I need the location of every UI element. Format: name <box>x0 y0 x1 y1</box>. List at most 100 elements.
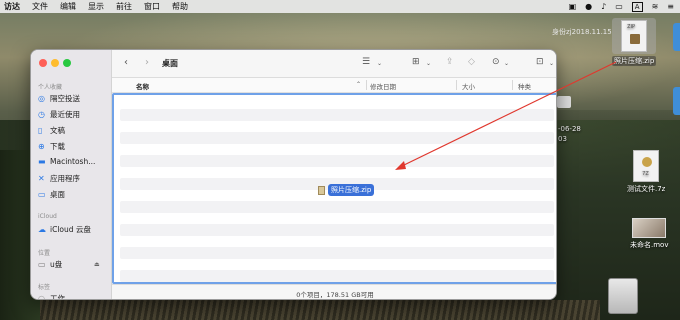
drive-icon: ▭ <box>38 260 46 269</box>
list-row-stripe <box>120 132 554 144</box>
desktop-zip-selection: ZIP <box>612 18 657 54</box>
chevron-down-icon[interactable]: ⌄ <box>426 60 431 67</box>
column-date[interactable]: 修改日期 <box>370 81 396 91</box>
sidebar: 个人收藏 ◎ 隔空投送 ◷ 最近使用 ▯ 文稿 ⊕ 下载 ▬ Macintosh... ✕… <box>31 50 112 300</box>
sidebar-item-desktop[interactable]: ▭ 桌面 <box>38 189 65 200</box>
controlcenter-icon[interactable]: ≡ <box>667 2 674 11</box>
sidebar-item-icloud-drive[interactable]: ☁ iCloud 云盘 <box>38 224 91 235</box>
desktop-icon: ▭ <box>38 190 46 199</box>
7z-archive-icon: 7Z <box>633 150 660 182</box>
status-bar: 0个项目，178.51 GB可用 <box>112 284 556 299</box>
list-row-stripe <box>120 247 554 259</box>
hard-drive-icon: ▬ <box>38 157 46 166</box>
column-kind[interactable]: 种类 <box>518 81 531 91</box>
column-header: 名称 ⌃ 修改日期 大小 种类 <box>112 78 556 93</box>
external-disk-icon[interactable] <box>608 278 638 314</box>
chevron-down-icon[interactable]: ⌄ <box>377 60 382 67</box>
close-button[interactable] <box>39 59 47 67</box>
window-title: 桌面 <box>162 59 178 68</box>
action-more-icon[interactable]: ⊙ <box>492 57 500 67</box>
toolbar: ‹ › 桌面 ☰ ⌄ ⊞ ⌄ ⇪ ◇ ⊙ ⌄ ⊡ ⌄ ⌕ <box>112 50 556 78</box>
zipper-icon <box>630 34 641 44</box>
list-row-stripe <box>120 224 554 236</box>
tag-icon[interactable]: ◇ <box>468 57 475 67</box>
list-row-stripe <box>120 109 554 121</box>
download-icon: ⊕ <box>38 142 45 151</box>
sidebar-section-locations: 位置 <box>38 250 51 257</box>
airdrop-toolbar-icon[interactable]: ⊡ <box>536 57 544 67</box>
watermark-text: 身份zj2018.11.15 <box>552 28 612 36</box>
bell-icon[interactable]: ♪ <box>601 2 606 11</box>
sidebar-item-airdrop[interactable]: ◎ 隔空投送 <box>38 93 80 104</box>
cloud-icon: ☁ <box>38 225 46 234</box>
eject-icon[interactable]: ⏏ <box>94 261 100 268</box>
sidebar-item-applications[interactable]: ✕ 应用程序 <box>38 173 80 184</box>
sidebar-item-tag-work[interactable]: ○ 工作 <box>38 293 65 300</box>
menu-help[interactable]: 帮助 <box>172 1 188 12</box>
column-name[interactable]: 名称 <box>136 81 149 91</box>
chevron-down-icon[interactable]: ⌄ <box>504 60 509 67</box>
column-separator[interactable] <box>456 80 457 90</box>
menu-app-finder[interactable]: 访达 <box>4 1 20 12</box>
menu-go[interactable]: 前往 <box>116 1 132 12</box>
desktop-mov-label: 未命名.mov <box>630 241 669 249</box>
sort-chevron-icon: ⌃ <box>356 81 362 88</box>
clock-icon: ◷ <box>38 110 45 119</box>
column-separator[interactable] <box>512 80 513 90</box>
desktop-7z-file[interactable]: 7Z 测试文件.7z <box>625 150 667 194</box>
forward-button[interactable]: › <box>145 57 149 68</box>
behind-window-number: 03 <box>558 135 567 143</box>
minimize-button[interactable] <box>51 59 59 67</box>
wifi-icon[interactable]: ≋ <box>652 2 659 11</box>
sidebar-item-documents[interactable]: ▯ 文稿 <box>38 125 65 136</box>
grid-group-icon[interactable]: ⊞ <box>412 57 420 67</box>
finder-window: 个人收藏 ◎ 隔空投送 ◷ 最近使用 ▯ 文稿 ⊕ 下载 ▬ Macintosh... ✕… <box>30 49 557 300</box>
desktop-zip-label: 照片压缩.zip <box>612 56 657 66</box>
wallpaper-vineyard <box>40 300 600 320</box>
list-row-stripe <box>120 201 554 213</box>
menu-edit[interactable]: 编辑 <box>60 1 76 12</box>
sidebar-section-icloud: iCloud <box>38 213 57 220</box>
menu-file[interactable]: 文件 <box>32 1 48 12</box>
list-row-stripe <box>120 270 554 282</box>
desktop-mov-file[interactable]: 未命名.mov <box>628 218 670 250</box>
dragged-file-label: 照片压缩.zip <box>328 184 375 196</box>
zip-archive-icon: ZIP <box>621 20 648 52</box>
list-view-icon[interactable]: ☰ <box>362 57 370 67</box>
desktop-zip-file[interactable]: ZIP 照片压缩.zip <box>612 18 657 66</box>
dragged-file[interactable]: 照片压缩.zip <box>318 184 375 196</box>
desktop-folder-edge-icon[interactable] <box>673 23 680 51</box>
airdrop-icon: ◎ <box>38 94 45 103</box>
column-separator[interactable] <box>366 80 367 90</box>
sidebar-item-macintosh[interactable]: ▬ Macintosh... <box>38 157 95 166</box>
sidebar-section-favorites: 个人收藏 <box>38 84 63 91</box>
qq-icon[interactable]: ● <box>585 2 592 11</box>
sidebar-item-recents[interactable]: ◷ 最近使用 <box>38 109 80 120</box>
desktop-folder-edge-icon-2[interactable] <box>673 87 680 115</box>
wechat-icon[interactable]: ▣ <box>569 2 577 11</box>
input-A-icon[interactable]: A <box>631 1 643 12</box>
desktop-7z-label: 测试文件.7z <box>627 185 666 193</box>
zip-file-icon <box>318 185 325 195</box>
applications-icon: ✕ <box>38 174 45 183</box>
column-size[interactable]: 大小 <box>462 81 475 91</box>
sidebar-section-tags: 标签 <box>38 284 51 291</box>
sidebar-item-downloads[interactable]: ⊕ 下载 <box>38 141 65 152</box>
tag-circle-icon: ○ <box>38 294 45 300</box>
share-icon[interactable]: ⇪ <box>446 57 454 67</box>
menu-view[interactable]: 显示 <box>88 1 104 12</box>
chevron-down-icon[interactable]: ⌄ <box>549 60 554 67</box>
list-row-stripe <box>120 155 554 167</box>
menu-window[interactable]: 窗口 <box>144 1 160 12</box>
archive-badge-icon <box>642 157 653 167</box>
behind-window-date: -06-28 <box>558 125 581 133</box>
sidebar-item-usb[interactable]: ▭ u盘 <box>38 259 62 270</box>
zoom-button[interactable] <box>63 59 71 67</box>
behind-window-edge <box>557 96 571 108</box>
display-icon[interactable]: ▭ <box>615 2 623 11</box>
document-icon: ▯ <box>38 126 43 135</box>
window-controls <box>39 59 71 67</box>
video-thumbnail-icon <box>632 218 667 238</box>
back-button[interactable]: ‹ <box>124 57 128 68</box>
menu-bar: 访达 文件 编辑 显示 前往 窗口 帮助 ▣ ● ♪ ▭ A ≋ ≡ <box>0 0 680 13</box>
